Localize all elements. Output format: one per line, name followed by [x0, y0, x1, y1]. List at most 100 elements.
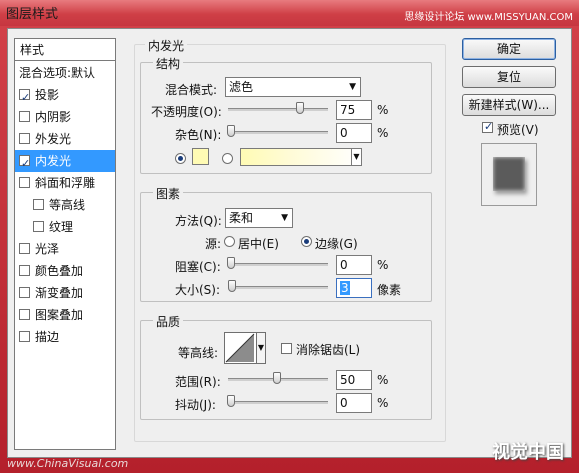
blend-mode-select[interactable]: 滤色 ▼ [225, 77, 361, 97]
preview-swatch [493, 157, 525, 191]
style-list-label: 纹理 [49, 220, 74, 234]
range-slider-thumb[interactable] [273, 372, 281, 384]
source-center-label[interactable]: 居中(E) [238, 235, 279, 252]
size-input[interactable]: 3 [336, 278, 372, 298]
style-checkbox[interactable] [19, 153, 30, 175]
method-select[interactable]: 柔和 ▼ [225, 208, 293, 228]
choke-input[interactable]: 0 [336, 255, 372, 275]
style-list-item[interactable]: 投影 [15, 84, 115, 109]
preview-checkbox[interactable] [482, 120, 493, 133]
style-list-item[interactable]: 图案叠加 [15, 304, 115, 326]
opacity-input[interactable]: 75 [336, 100, 372, 120]
contour-label: 等高线: [178, 346, 219, 360]
anti-alias-checkbox[interactable] [281, 343, 292, 354]
chevron-down-icon: ▼ [349, 82, 356, 92]
window-title: 图层样式 [6, 7, 59, 22]
style-list-label: 内阴影 [35, 110, 72, 124]
style-checkbox[interactable] [33, 199, 44, 210]
source-label: 源: [205, 237, 222, 251]
choke-slider-track[interactable] [228, 263, 328, 266]
style-checkbox[interactable] [19, 287, 30, 298]
style-checkbox[interactable] [19, 331, 30, 342]
watermark-bottom: www.ChinaVisual.com [7, 457, 129, 470]
method-label: 方法(Q): [175, 214, 222, 228]
source-edge-radio[interactable] [301, 236, 312, 247]
style-checkbox[interactable] [19, 111, 30, 122]
blend-mode-value: 滤色 [229, 80, 254, 94]
noise-slider-track[interactable] [228, 131, 328, 134]
style-checkbox[interactable] [19, 87, 30, 109]
style-list-item[interactable]: 斜面和浮雕 [15, 172, 115, 194]
glow-color-swatch[interactable] [192, 148, 209, 165]
noise-slider-thumb[interactable] [227, 125, 235, 137]
size-value: 3 [340, 281, 350, 295]
blend-options-item[interactable]: 混合选项:默认 [15, 62, 115, 84]
style-list-item[interactable]: 外发光 [15, 128, 115, 150]
jitter-input[interactable]: 0 [336, 393, 372, 413]
style-checkbox[interactable] [33, 221, 44, 232]
solid-color-radio[interactable] [175, 153, 186, 164]
style-checkbox[interactable] [19, 309, 30, 320]
style-preview-box [481, 143, 537, 206]
contour-picker[interactable]: ▼ [224, 332, 266, 364]
elements-title: 图素 [153, 185, 184, 202]
style-list-label: 等高线 [49, 198, 86, 212]
opacity-slider-thumb[interactable] [296, 102, 304, 114]
style-list-header[interactable]: 样式 [15, 39, 115, 61]
gradient-picker[interactable]: ▼ [240, 148, 362, 166]
style-list-item[interactable]: 光泽 [15, 238, 115, 260]
range-input[interactable]: 50 [336, 370, 372, 390]
size-label: 大小(S): [175, 283, 221, 297]
preview-label[interactable]: 预览(V) [497, 121, 539, 138]
jitter-slider-thumb[interactable] [227, 395, 235, 407]
style-checkbox[interactable] [19, 243, 30, 254]
new-style-button[interactable]: 新建样式(W)... [462, 94, 556, 116]
gradient-radio[interactable] [222, 153, 233, 164]
style-list-label: 投影 [35, 88, 60, 102]
style-list-item[interactable]: 渐变叠加 [15, 282, 115, 304]
ok-button[interactable]: 确定 [462, 38, 556, 60]
style-list-label: 描边 [35, 330, 60, 344]
chevron-down-icon: ▼ [281, 213, 288, 223]
size-unit: 像素 [377, 283, 402, 297]
style-list-item[interactable]: 纹理 [15, 216, 115, 238]
opacity-unit: % [377, 103, 389, 117]
style-checkbox[interactable] [19, 265, 30, 276]
style-checkbox[interactable] [19, 133, 30, 144]
style-list-item[interactable]: 等高线 [15, 194, 115, 216]
inner-glow-title: 内发光 [145, 37, 188, 54]
noise-label: 杂色(N): [175, 128, 222, 142]
style-list-label: 外发光 [35, 132, 72, 146]
source-center-radio[interactable] [224, 236, 235, 247]
style-list-item[interactable]: 内阴影 [15, 106, 115, 128]
choke-slider-thumb[interactable] [227, 257, 235, 269]
style-list-label: 渐变叠加 [35, 286, 84, 300]
noise-input[interactable]: 0 [336, 123, 372, 143]
opacity-slider-track[interactable] [228, 108, 328, 111]
choke-label: 阻塞(C): [175, 260, 221, 274]
source-edge-label[interactable]: 边缘(G) [315, 235, 358, 252]
style-list-label: 图案叠加 [35, 308, 84, 322]
blend-mode-label: 混合模式: [165, 83, 218, 97]
anti-alias-label[interactable]: 消除锯齿(L) [296, 341, 360, 358]
style-list-label: 光泽 [35, 242, 60, 256]
style-list-item[interactable]: 内发光 [15, 150, 115, 175]
style-list-item[interactable]: 颜色叠加 [15, 260, 115, 282]
size-slider-thumb[interactable] [228, 280, 237, 292]
contour-curve-icon [225, 333, 255, 363]
reset-button[interactable]: 复位 [462, 66, 556, 88]
watermark-logo: 视觉中国 [492, 442, 564, 463]
jitter-slider-track[interactable] [228, 401, 328, 404]
style-list-label: 斜面和浮雕 [35, 176, 96, 190]
opacity-label: 不透明度(O): [151, 105, 222, 119]
choke-unit: % [377, 258, 389, 272]
chevron-down-icon[interactable]: ▼ [351, 148, 362, 166]
quality-title: 品质 [153, 313, 184, 330]
style-list-item[interactable]: 描边 [15, 326, 115, 348]
size-slider-track[interactable] [228, 286, 328, 289]
style-list-label: 内发光 [35, 154, 72, 168]
style-checkbox[interactable] [19, 177, 30, 188]
chevron-down-icon[interactable]: ▼ [256, 333, 265, 363]
noise-unit: % [377, 126, 389, 140]
jitter-label: 抖动(J): [175, 398, 216, 412]
